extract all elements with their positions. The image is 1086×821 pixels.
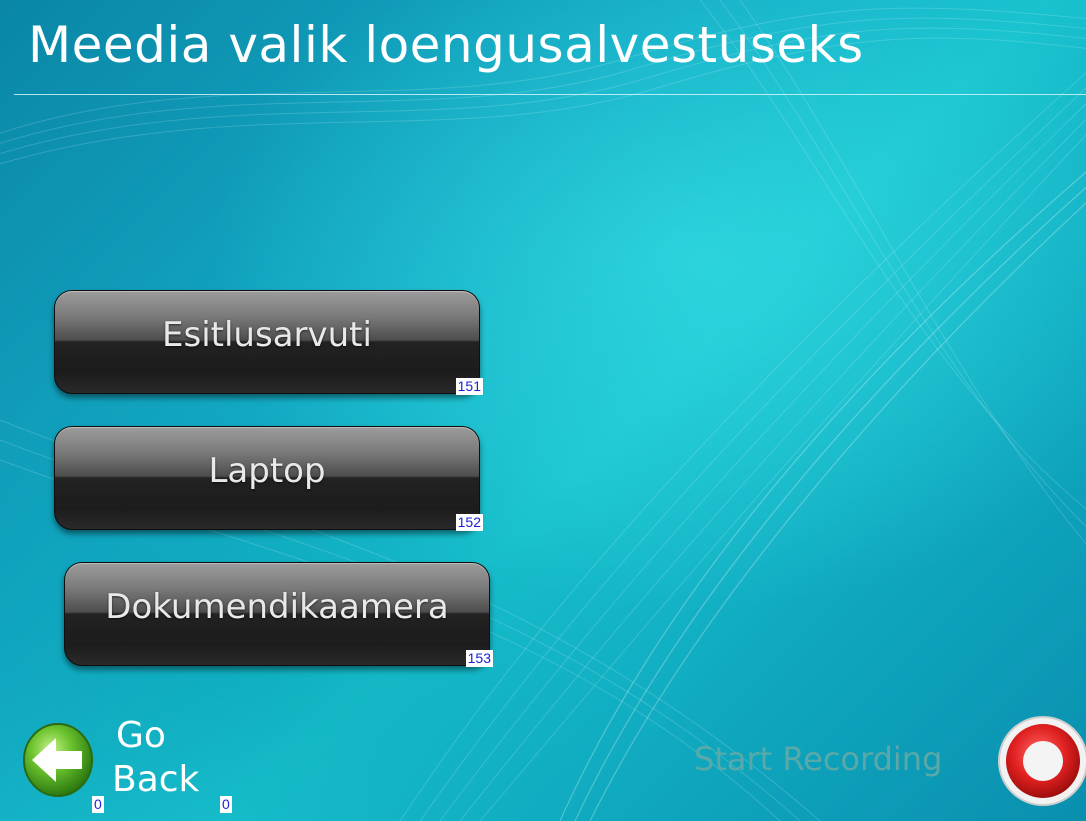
source-button-laptop[interactable]: Laptop 152: [54, 426, 483, 531]
record-icon[interactable]: [995, 712, 1086, 810]
start-recording-label: Start Recording: [694, 740, 943, 778]
go-back-code-left: 0: [92, 796, 104, 813]
source-button-label: Dokumendikaamera: [105, 587, 449, 627]
source-button-code: 151: [455, 378, 483, 395]
go-back-code-right: 0: [220, 796, 232, 813]
source-button-code: 152: [455, 514, 483, 531]
source-button-dokumendikaamera[interactable]: Dokumendikaamera 153: [64, 562, 493, 667]
back-arrow-icon[interactable]: [22, 720, 94, 800]
page-title: Meedia valik loengusalvestuseks: [28, 16, 864, 74]
source-button-esitlusarvuti[interactable]: Esitlusarvuti 151: [54, 290, 483, 395]
background-waves: [0, 0, 1086, 821]
source-button-code: 153: [465, 650, 493, 667]
go-back-label: Go Back: [112, 714, 199, 802]
source-button-label: Esitlusarvuti: [162, 315, 372, 355]
source-button-label: Laptop: [208, 451, 326, 491]
go-back-label-line1: Go: [116, 715, 166, 756]
go-back-label-line2: Back: [112, 759, 200, 800]
title-divider: [14, 94, 1086, 95]
